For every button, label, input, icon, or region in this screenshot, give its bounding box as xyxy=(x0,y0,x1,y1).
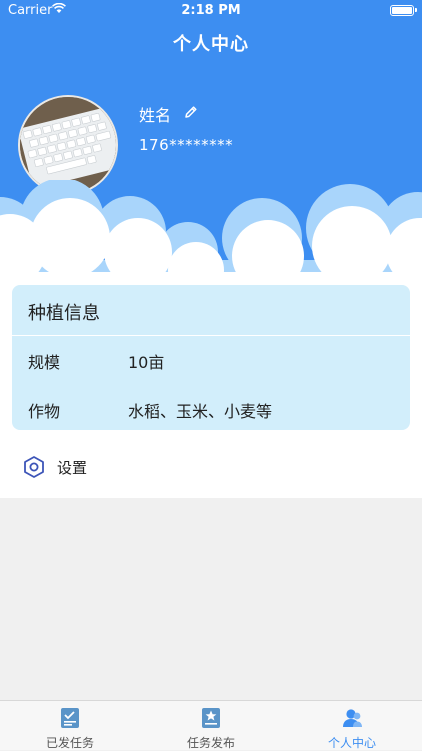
info-row-scale: 规模 10亩 xyxy=(12,349,410,379)
row-label: 规模 xyxy=(28,353,61,372)
page-title: 个人中心 xyxy=(173,34,249,55)
cloud-decoration xyxy=(0,180,422,280)
profile-header: Carrier 2:18 PM 个人中心 姓名 176******** xyxy=(0,0,422,280)
settings-label: 设置 xyxy=(57,459,88,477)
profile-icon xyxy=(343,709,362,727)
card-divider xyxy=(12,335,410,336)
battery-icon xyxy=(390,5,417,16)
row-label: 作物 xyxy=(28,402,61,421)
settings-row[interactable]: 设置 xyxy=(0,445,422,489)
tab-sent-tasks[interactable]: 已发任务 xyxy=(0,701,140,751)
settings-hexagon-icon xyxy=(24,456,44,478)
user-name: 姓名 xyxy=(139,106,172,125)
tab-label: 任务发布 xyxy=(186,736,235,750)
planting-info-card: 种植信息 规模 10亩 作物 水稻、玉米、小麦等 xyxy=(12,285,410,430)
row-value: 水稻、玉米、小麦等 xyxy=(128,402,273,421)
tab-label: 个人中心 xyxy=(327,736,376,750)
task-list-icon xyxy=(61,708,79,728)
status-time: 2:18 PM xyxy=(181,3,241,18)
edit-pencil-icon[interactable] xyxy=(183,104,199,120)
info-row-crops: 作物 水稻、玉米、小麦等 xyxy=(12,398,410,428)
tab-profile[interactable]: 个人中心 xyxy=(282,701,422,751)
card-title: 种植信息 xyxy=(28,303,100,324)
tab-publish-task[interactable]: 任务发布 xyxy=(141,701,281,751)
row-value: 10亩 xyxy=(128,353,165,372)
tab-bar: 已发任务 任务发布 个人中心 xyxy=(0,700,422,750)
task-publish-icon xyxy=(202,708,220,728)
user-phone: 176******** xyxy=(139,136,234,154)
status-bar: Carrier 2:18 PM xyxy=(0,0,422,22)
tab-label: 已发任务 xyxy=(45,736,94,750)
